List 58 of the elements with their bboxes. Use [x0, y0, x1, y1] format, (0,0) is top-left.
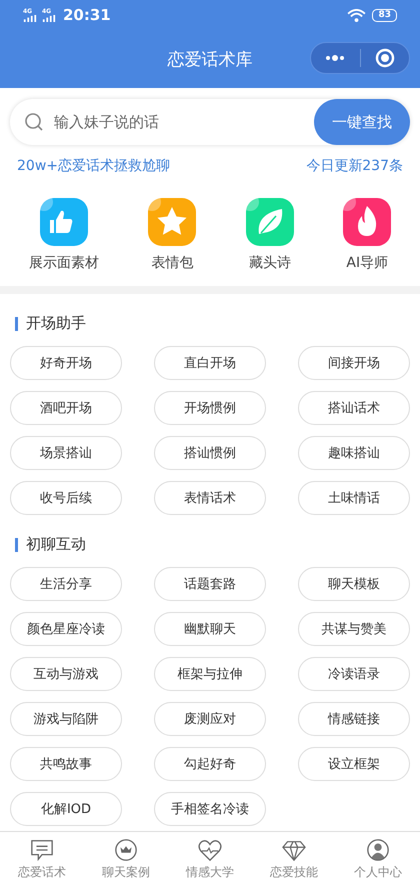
clock-time: 20:31	[63, 6, 111, 24]
topic-chip[interactable]: 互动与游戏	[10, 657, 122, 691]
crown-icon	[113, 838, 139, 862]
person-icon	[365, 838, 391, 862]
topic-chip[interactable]: 土味情话	[298, 481, 410, 515]
tagline-text: 20w+恋爱话术拯救尬聊	[17, 157, 170, 175]
tab-item[interactable]: 恋爱话术	[0, 832, 84, 887]
diamond-icon	[281, 838, 307, 862]
battery-indicator: 83	[372, 8, 397, 22]
topic-chip[interactable]: 收号后续	[10, 481, 122, 515]
topic-chip[interactable]: 开场惯例	[154, 391, 266, 425]
topic-chip[interactable]: 共谋与赞美	[298, 612, 410, 646]
section-title: 开场助手	[26, 314, 86, 333]
page-title: 恋爱话术库	[168, 48, 252, 70]
topic-chip[interactable]: 勾起好奇	[154, 747, 266, 781]
shortcut-button[interactable]: 表情包	[148, 198, 196, 272]
topic-chip[interactable]: 设立框架	[298, 747, 410, 781]
topic-chip[interactable]: 聊天模板	[298, 567, 410, 601]
topic-chip[interactable]: 冷读语录	[298, 657, 410, 691]
heart-icon	[197, 838, 223, 862]
topic-chip[interactable]: 框架与拉伸	[154, 657, 266, 691]
topic-chip[interactable]: 搭讪话术	[298, 391, 410, 425]
tab-item[interactable]: 恋爱技能	[252, 832, 336, 887]
shortcut-button[interactable]: AI导师	[343, 198, 392, 272]
update-count: 今日更新237条	[306, 157, 403, 175]
search-button[interactable]: 一键查找	[314, 99, 410, 145]
topic-chip[interactable]: 游戏与陷阱	[10, 702, 122, 736]
target-icon	[374, 48, 395, 68]
tab-item[interactable]: 个人中心	[336, 832, 420, 887]
section-title: 初聊互动	[26, 535, 86, 554]
tab-item[interactable]: 情感大学	[168, 832, 252, 887]
topic-chip[interactable]: 幽默聊天	[154, 612, 266, 646]
topic-chip[interactable]: 酒吧开场	[10, 391, 122, 425]
topic-chip[interactable]: 手相签名冷读	[154, 792, 266, 826]
search-field[interactable]: 输入妹子说的话 一键查找	[10, 99, 410, 145]
topic-chip[interactable]: 情感链接	[298, 702, 410, 736]
topic-chip[interactable]: 场景搭讪	[10, 436, 122, 470]
signal-icon	[23, 15, 37, 22]
topic-chip[interactable]: 搭讪惯例	[154, 436, 266, 470]
topic-chip[interactable]: 间接开场	[298, 346, 410, 380]
tab-item[interactable]: 聊天案例	[84, 832, 168, 887]
topic-chip[interactable]: 颜色星座冷读	[10, 612, 122, 646]
topic-chip[interactable]: 直白开场	[154, 346, 266, 380]
shortcut-button[interactable]: 展示面素材	[28, 198, 99, 272]
more-icon	[325, 55, 346, 61]
topic-chip[interactable]: 趣味搭讪	[298, 436, 410, 470]
shortcut-button[interactable]: 藏头诗	[246, 198, 294, 272]
topic-chip[interactable]: 废测应对	[154, 702, 266, 736]
topic-chip[interactable]: 共鸣故事	[10, 747, 122, 781]
topic-chip[interactable]: 表情话术	[154, 481, 266, 515]
topic-chip[interactable]: 生活分享	[10, 567, 122, 601]
chat-icon	[29, 838, 55, 862]
wifi-icon	[347, 8, 366, 22]
signal-icon	[42, 15, 56, 22]
topic-chip[interactable]: 好奇开场	[10, 346, 122, 380]
search-icon	[24, 112, 44, 132]
topic-chip[interactable]: 化解IOD	[10, 792, 122, 826]
topic-chip[interactable]: 话题套路	[154, 567, 266, 601]
